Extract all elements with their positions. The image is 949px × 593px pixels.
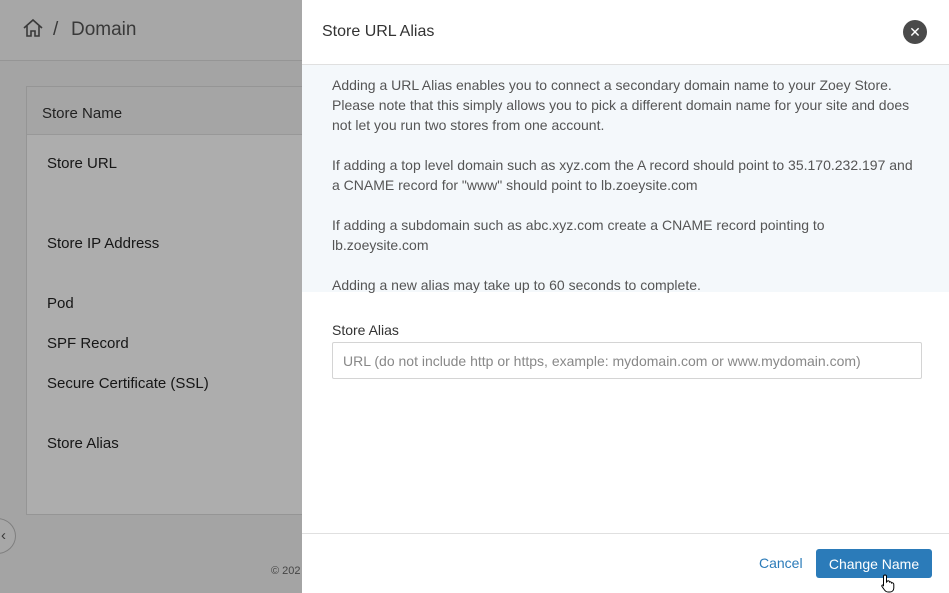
info-paragraph: If adding a subdomain such as abc.xyz.co… (332, 217, 825, 253)
info-paragraph: If adding a top level domain such as xyz… (332, 157, 913, 193)
drawer-header: Store URL Alias ✕ (302, 0, 949, 65)
change-name-button[interactable]: Change Name (816, 549, 932, 578)
store-alias-input[interactable] (332, 342, 922, 379)
store-alias-label: Store Alias (332, 322, 399, 338)
info-box: Adding a URL Alias enables you to connec… (302, 65, 949, 293)
store-url-alias-drawer: Store URL Alias ✕ Adding a URL Alias ena… (302, 0, 949, 593)
pointer-cursor-icon (881, 574, 895, 593)
alias-form: Store Alias (302, 292, 949, 379)
drawer-title: Store URL Alias (322, 23, 435, 40)
close-icon: ✕ (909, 24, 921, 40)
info-paragraph: Adding a URL Alias enables you to connec… (332, 77, 910, 133)
close-button[interactable]: ✕ (903, 20, 927, 44)
drawer-footer: Cancel Change Name (302, 533, 949, 593)
cancel-button[interactable]: Cancel (759, 555, 803, 571)
